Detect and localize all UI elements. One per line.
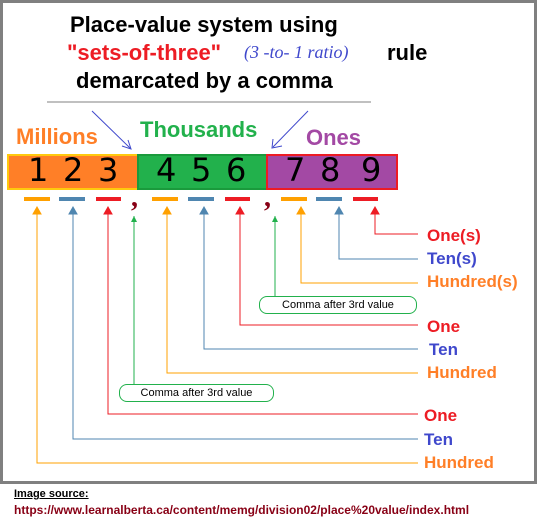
thousands-period-connectors bbox=[162, 205, 418, 374]
label-ones-period-ten: Ten(s) bbox=[427, 249, 477, 268]
source-url[interactable]: https://www.learnalberta.ca/content/memg… bbox=[14, 503, 469, 517]
comma-note-millions: Comma after 3rd value bbox=[119, 384, 274, 402]
millions-period-connectors bbox=[32, 205, 418, 464]
arrow-to-first-comma bbox=[91, 110, 131, 149]
place-dashes bbox=[24, 197, 378, 201]
ones-period-connectors bbox=[296, 205, 418, 284]
label-millions-period-hundred: Hundred bbox=[424, 453, 494, 472]
comma-note-thousands: Comma after 3rd value bbox=[259, 296, 417, 314]
source-label: Image source: bbox=[14, 488, 89, 500]
label-millions-period-one: One bbox=[424, 406, 458, 425]
label-thousands-period-hundred: Hundred bbox=[427, 363, 497, 382]
label-thousands-period-one: One bbox=[427, 317, 461, 336]
label-ones-period-one: One(s) bbox=[427, 226, 481, 245]
label-millions-period-ten: Ten bbox=[424, 430, 453, 449]
arrow-to-second-comma bbox=[272, 110, 309, 148]
label-ones-period-hundred: Hundred(s) bbox=[427, 272, 518, 291]
label-thousands-period-ten: Ten bbox=[429, 340, 458, 359]
